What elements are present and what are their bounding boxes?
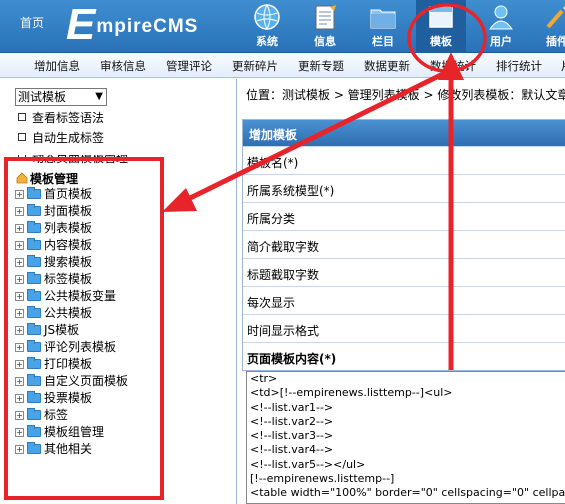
user-icon xyxy=(489,5,513,30)
code-line: <!--list.var4--> xyxy=(250,443,334,457)
code-line: <!--list.var1--> xyxy=(250,400,334,414)
subnav-more[interactable]: 片 xyxy=(561,58,565,74)
chevron-down-icon: ▼ xyxy=(95,91,103,102)
menu-column[interactable]: 栏目 xyxy=(358,0,408,53)
menu-info[interactable]: 信息 xyxy=(300,0,350,53)
window-icon xyxy=(429,6,453,28)
form-title: 增加模板 xyxy=(243,120,565,146)
code-line: <!--list.var3--> xyxy=(250,429,334,443)
template-group-select[interactable]: 测试模板 ▼ xyxy=(15,88,107,106)
globe-icon xyxy=(254,4,280,31)
field-per-page: 每次显示 xyxy=(243,286,565,314)
code-line: <!--list.var5--></ul> xyxy=(250,457,366,471)
folder-icon xyxy=(370,9,396,29)
template-content-textarea[interactable]: <tr> <td>[!--empirenews.listtemp--]<ul> <!… xyxy=(246,371,565,504)
subnav-update-topics[interactable]: 更新专题 xyxy=(298,58,344,74)
subnav-add-info[interactable]: 增加信息 xyxy=(34,58,80,74)
annotation-highlight-box xyxy=(4,157,164,500)
field-time-format: 时间显示格式 xyxy=(243,314,565,342)
field-category: 所属分类 xyxy=(243,202,565,230)
menu-user[interactable]: 用户 xyxy=(476,0,526,53)
subnav-update-fragments[interactable]: 更新碎片 xyxy=(232,58,278,74)
sub-navigation: 增加信息 审核信息 管理评论 更新碎片 更新专题 数据更新 数据统计 排行统计 … xyxy=(0,53,565,78)
square-bullet-icon xyxy=(18,133,26,141)
field-template-name: 模板名(*) xyxy=(243,146,565,174)
top-header: 首页 EmpireCMS 系统 信息 栏目 模板 用户 插件 xyxy=(0,0,565,53)
field-intro-length: 简介截取字数 xyxy=(243,230,565,258)
auto-generate-tag-link[interactable]: 自动生成标签 xyxy=(18,129,104,146)
code-line: <tr> xyxy=(250,372,278,385)
notepad-icon xyxy=(315,5,336,30)
code-line: <!--list.var2--> xyxy=(250,414,334,428)
breadcrumb: 位置：测试模板 > 管理列表模板 > 修改列表模板：默认文章 xyxy=(246,88,565,102)
field-system-model: 所属系统模型(*) xyxy=(243,174,565,202)
view-tag-syntax-link[interactable]: 查看标签语法 xyxy=(18,109,104,126)
field-title-length: 标题截取字数 xyxy=(243,258,565,286)
code-line: [!--empirenews.listtemp--] xyxy=(250,472,395,486)
subnav-data-stats[interactable]: 数据统计 xyxy=(430,58,476,74)
code-line: <td>[!--empirenews.listtemp--]<ul> xyxy=(250,386,453,400)
menu-system[interactable]: 系统 xyxy=(242,0,292,53)
home-link[interactable]: 首页 xyxy=(20,14,44,31)
square-bullet-icon xyxy=(18,113,26,121)
code-line: <table width="100%" border="0" cellspaci… xyxy=(250,486,565,500)
template-form: 增加模板 模板名(*) 所属系统模型(*) 所属分类 简介截取字数 标题截取字数… xyxy=(242,119,565,371)
menu-plugin[interactable]: 插件 xyxy=(532,0,565,53)
field-page-template-content: 页面模板内容(*) xyxy=(243,342,565,370)
subnav-rank-stats[interactable]: 排行统计 xyxy=(496,58,542,74)
menu-template[interactable]: 模板 xyxy=(416,0,466,53)
empirecms-logo: EmpireCMS xyxy=(66,0,199,49)
subnav-data-update[interactable]: 数据更新 xyxy=(364,58,410,74)
subnav-manage-comments[interactable]: 管理评论 xyxy=(166,58,212,74)
tools-icon xyxy=(546,6,565,29)
subnav-review-info[interactable]: 审核信息 xyxy=(100,58,146,74)
